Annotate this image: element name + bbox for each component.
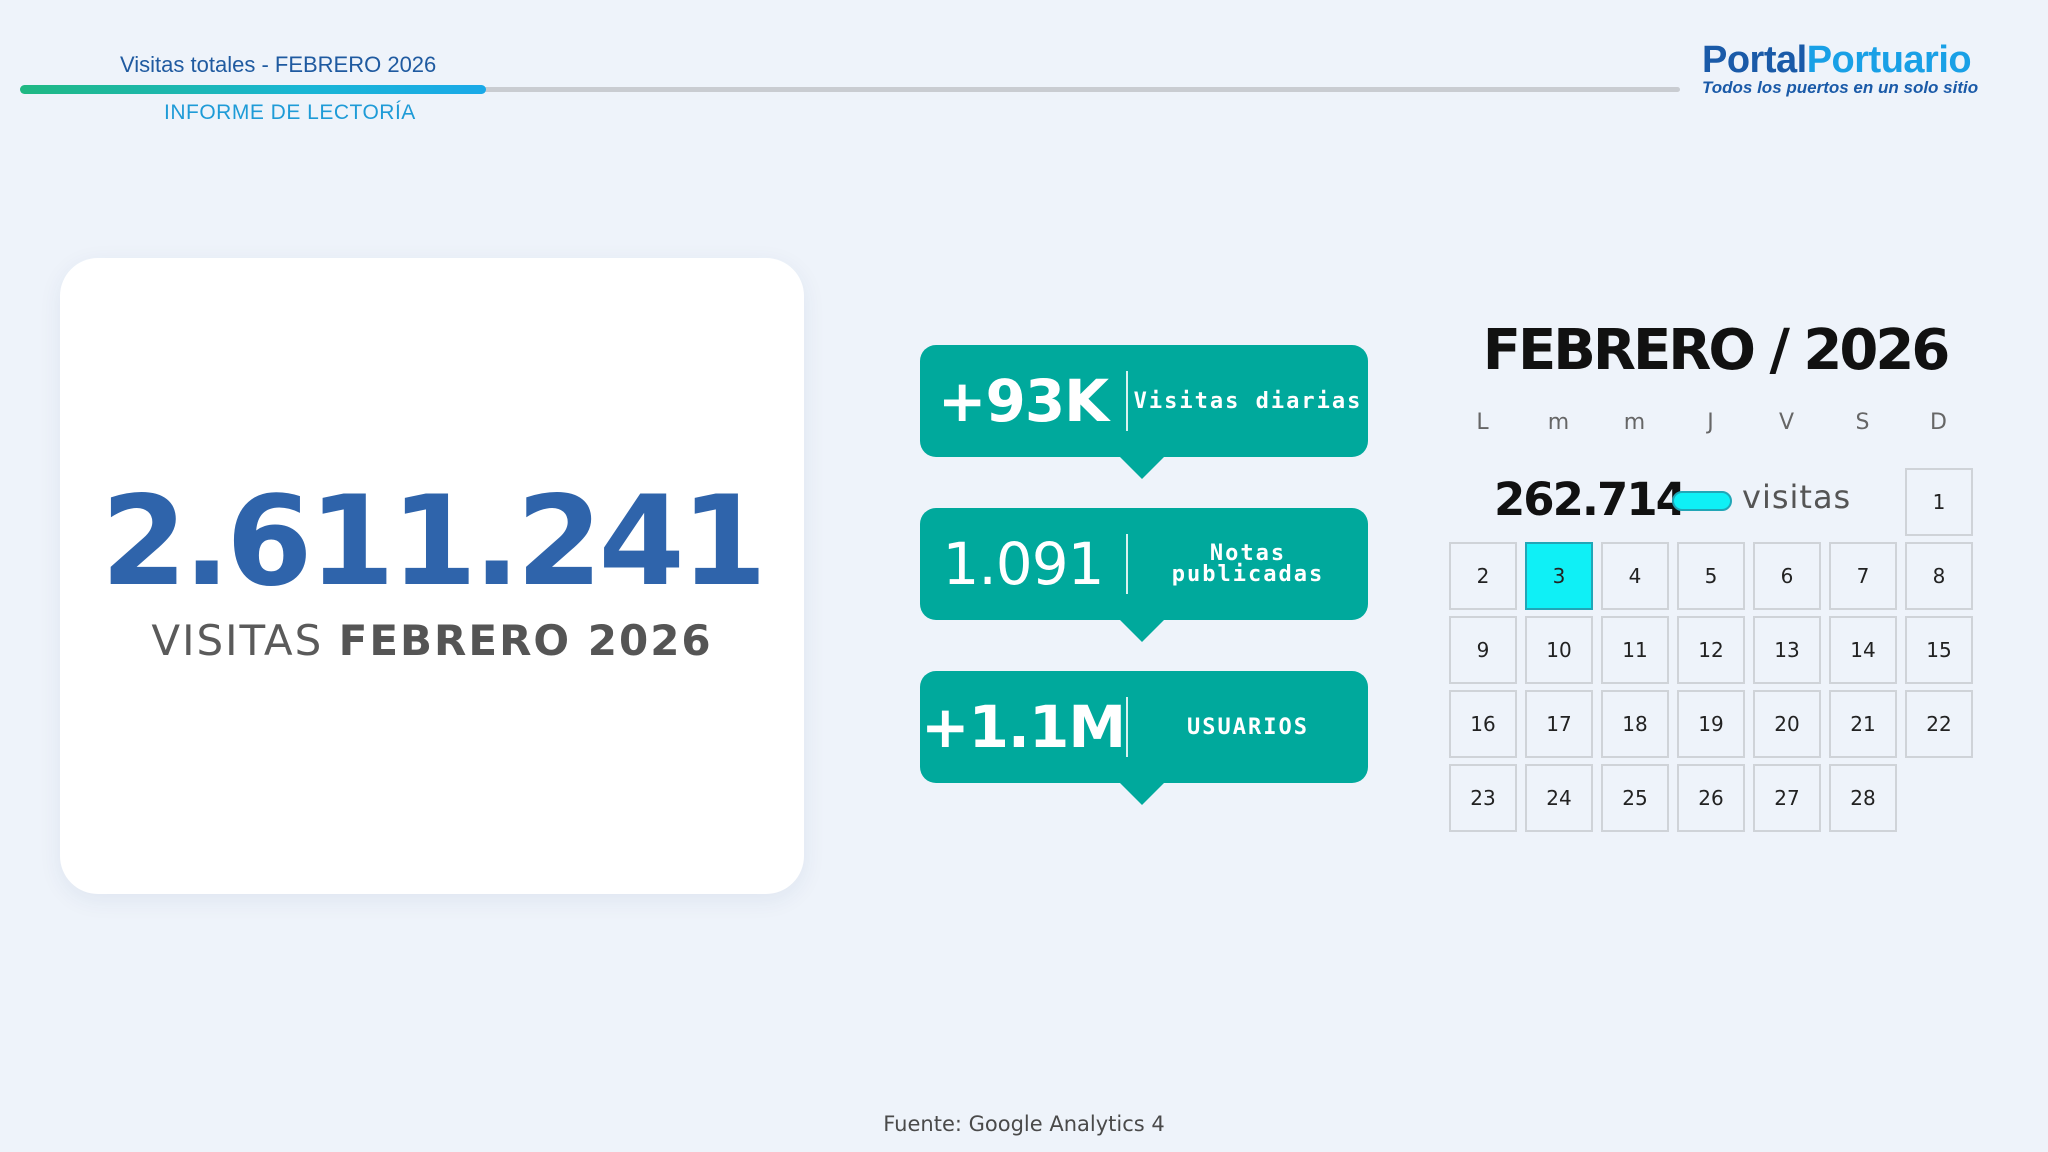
total-visits-label: VISITAS FEBRERO 2026	[60, 616, 804, 665]
calendar-day-8: 8	[1905, 542, 1973, 610]
data-source-footer: Fuente: Google Analytics 4	[883, 1112, 1165, 1136]
calendar-day-17: 17	[1525, 690, 1593, 758]
calendar-day-12: 12	[1677, 616, 1745, 684]
calendar-day-5: 5	[1677, 542, 1745, 610]
stat-published-notes-label: Notas publicadas	[1171, 541, 1325, 587]
calendar-day-24: 24	[1525, 764, 1593, 832]
total-visits-value: 2.611.241	[100, 470, 767, 614]
stat-published-notes: 1.091 Notas publicadas	[920, 508, 1368, 642]
calendar-legend-value: 262.714	[1494, 473, 1687, 526]
calendar-day-14: 14	[1829, 616, 1897, 684]
logo-name-part2: Portuario	[1806, 39, 1972, 81]
stat-users-value: +1.1M	[920, 693, 1126, 761]
calendar-title: FEBRERO / 2026	[1482, 318, 1951, 383]
logo-tagline: Todos los puertos en un solo sitio	[1702, 78, 1979, 97]
report-title: Visitas totales - FEBRERO 2026	[120, 52, 437, 77]
calendar-day-3: 3	[1525, 542, 1593, 610]
calendar-legend-swatch	[1672, 491, 1732, 511]
calendar-day-15: 15	[1905, 616, 1973, 684]
calendar-day-28: 28	[1829, 764, 1897, 832]
calendar-legend-label: visitas	[1742, 478, 1852, 516]
stat-users-label: USUARIOS	[1187, 714, 1309, 740]
calendar-day-13: 13	[1753, 616, 1821, 684]
calendar-day-7: 7	[1829, 542, 1897, 610]
calendar-day-20: 20	[1753, 690, 1821, 758]
calendar-weekday: L	[1476, 410, 1490, 435]
calendar-day-21: 21	[1829, 690, 1897, 758]
calendar-day-9: 9	[1449, 616, 1517, 684]
calendar-day-18: 18	[1601, 690, 1669, 758]
calendar-day-23: 23	[1449, 764, 1517, 832]
calendar-day-2: 2	[1449, 542, 1517, 610]
calendar-weekday: m	[1623, 410, 1647, 435]
calendar-day-6: 6	[1753, 542, 1821, 610]
total-visits-label-regular: VISITAS	[151, 616, 339, 665]
stat-users: +1.1M USUARIOS	[920, 671, 1368, 805]
calendar-day-26: 26	[1677, 764, 1745, 832]
total-visits-card: 2.611.241 VISITAS FEBRERO 2026	[60, 258, 804, 894]
calendar-weekday: D	[1930, 410, 1948, 435]
logo-name-part1: Portal	[1702, 39, 1807, 81]
calendar-weekday: S	[1855, 410, 1871, 435]
calendar-weekday: m	[1547, 410, 1571, 435]
portal-portuario-logo: PortalPortuario Todos los puertos en un …	[1702, 40, 1992, 98]
calendar-weekday: J	[1707, 410, 1715, 435]
total-visits-label-bold: FEBRERO 2026	[338, 616, 713, 665]
calendar-day-25: 25	[1601, 764, 1669, 832]
stat-daily-visits-label: Visitas diarias	[1133, 388, 1363, 414]
calendar-day-4: 4	[1601, 542, 1669, 610]
calendar-day-10: 10	[1525, 616, 1593, 684]
calendar-day-11: 11	[1601, 616, 1669, 684]
logo-name: PortalPortuario	[1702, 40, 1992, 80]
calendar-day-19: 19	[1677, 690, 1745, 758]
report-subtitle: INFORME DE LECTORÍA	[164, 101, 416, 124]
stat-daily-visits-value: +93K	[937, 367, 1109, 435]
calendar-day-1: 1	[1905, 468, 1973, 536]
calendar-day-16: 16	[1449, 690, 1517, 758]
calendar-day-22: 22	[1905, 690, 1973, 758]
header-progress-fill	[20, 85, 486, 94]
calendar-day-27: 27	[1753, 764, 1821, 832]
calendar-weekday: V	[1778, 410, 1796, 435]
stat-daily-visits: +93K Visitas diarias	[920, 345, 1368, 479]
stat-published-notes-value: 1.091	[942, 530, 1104, 598]
